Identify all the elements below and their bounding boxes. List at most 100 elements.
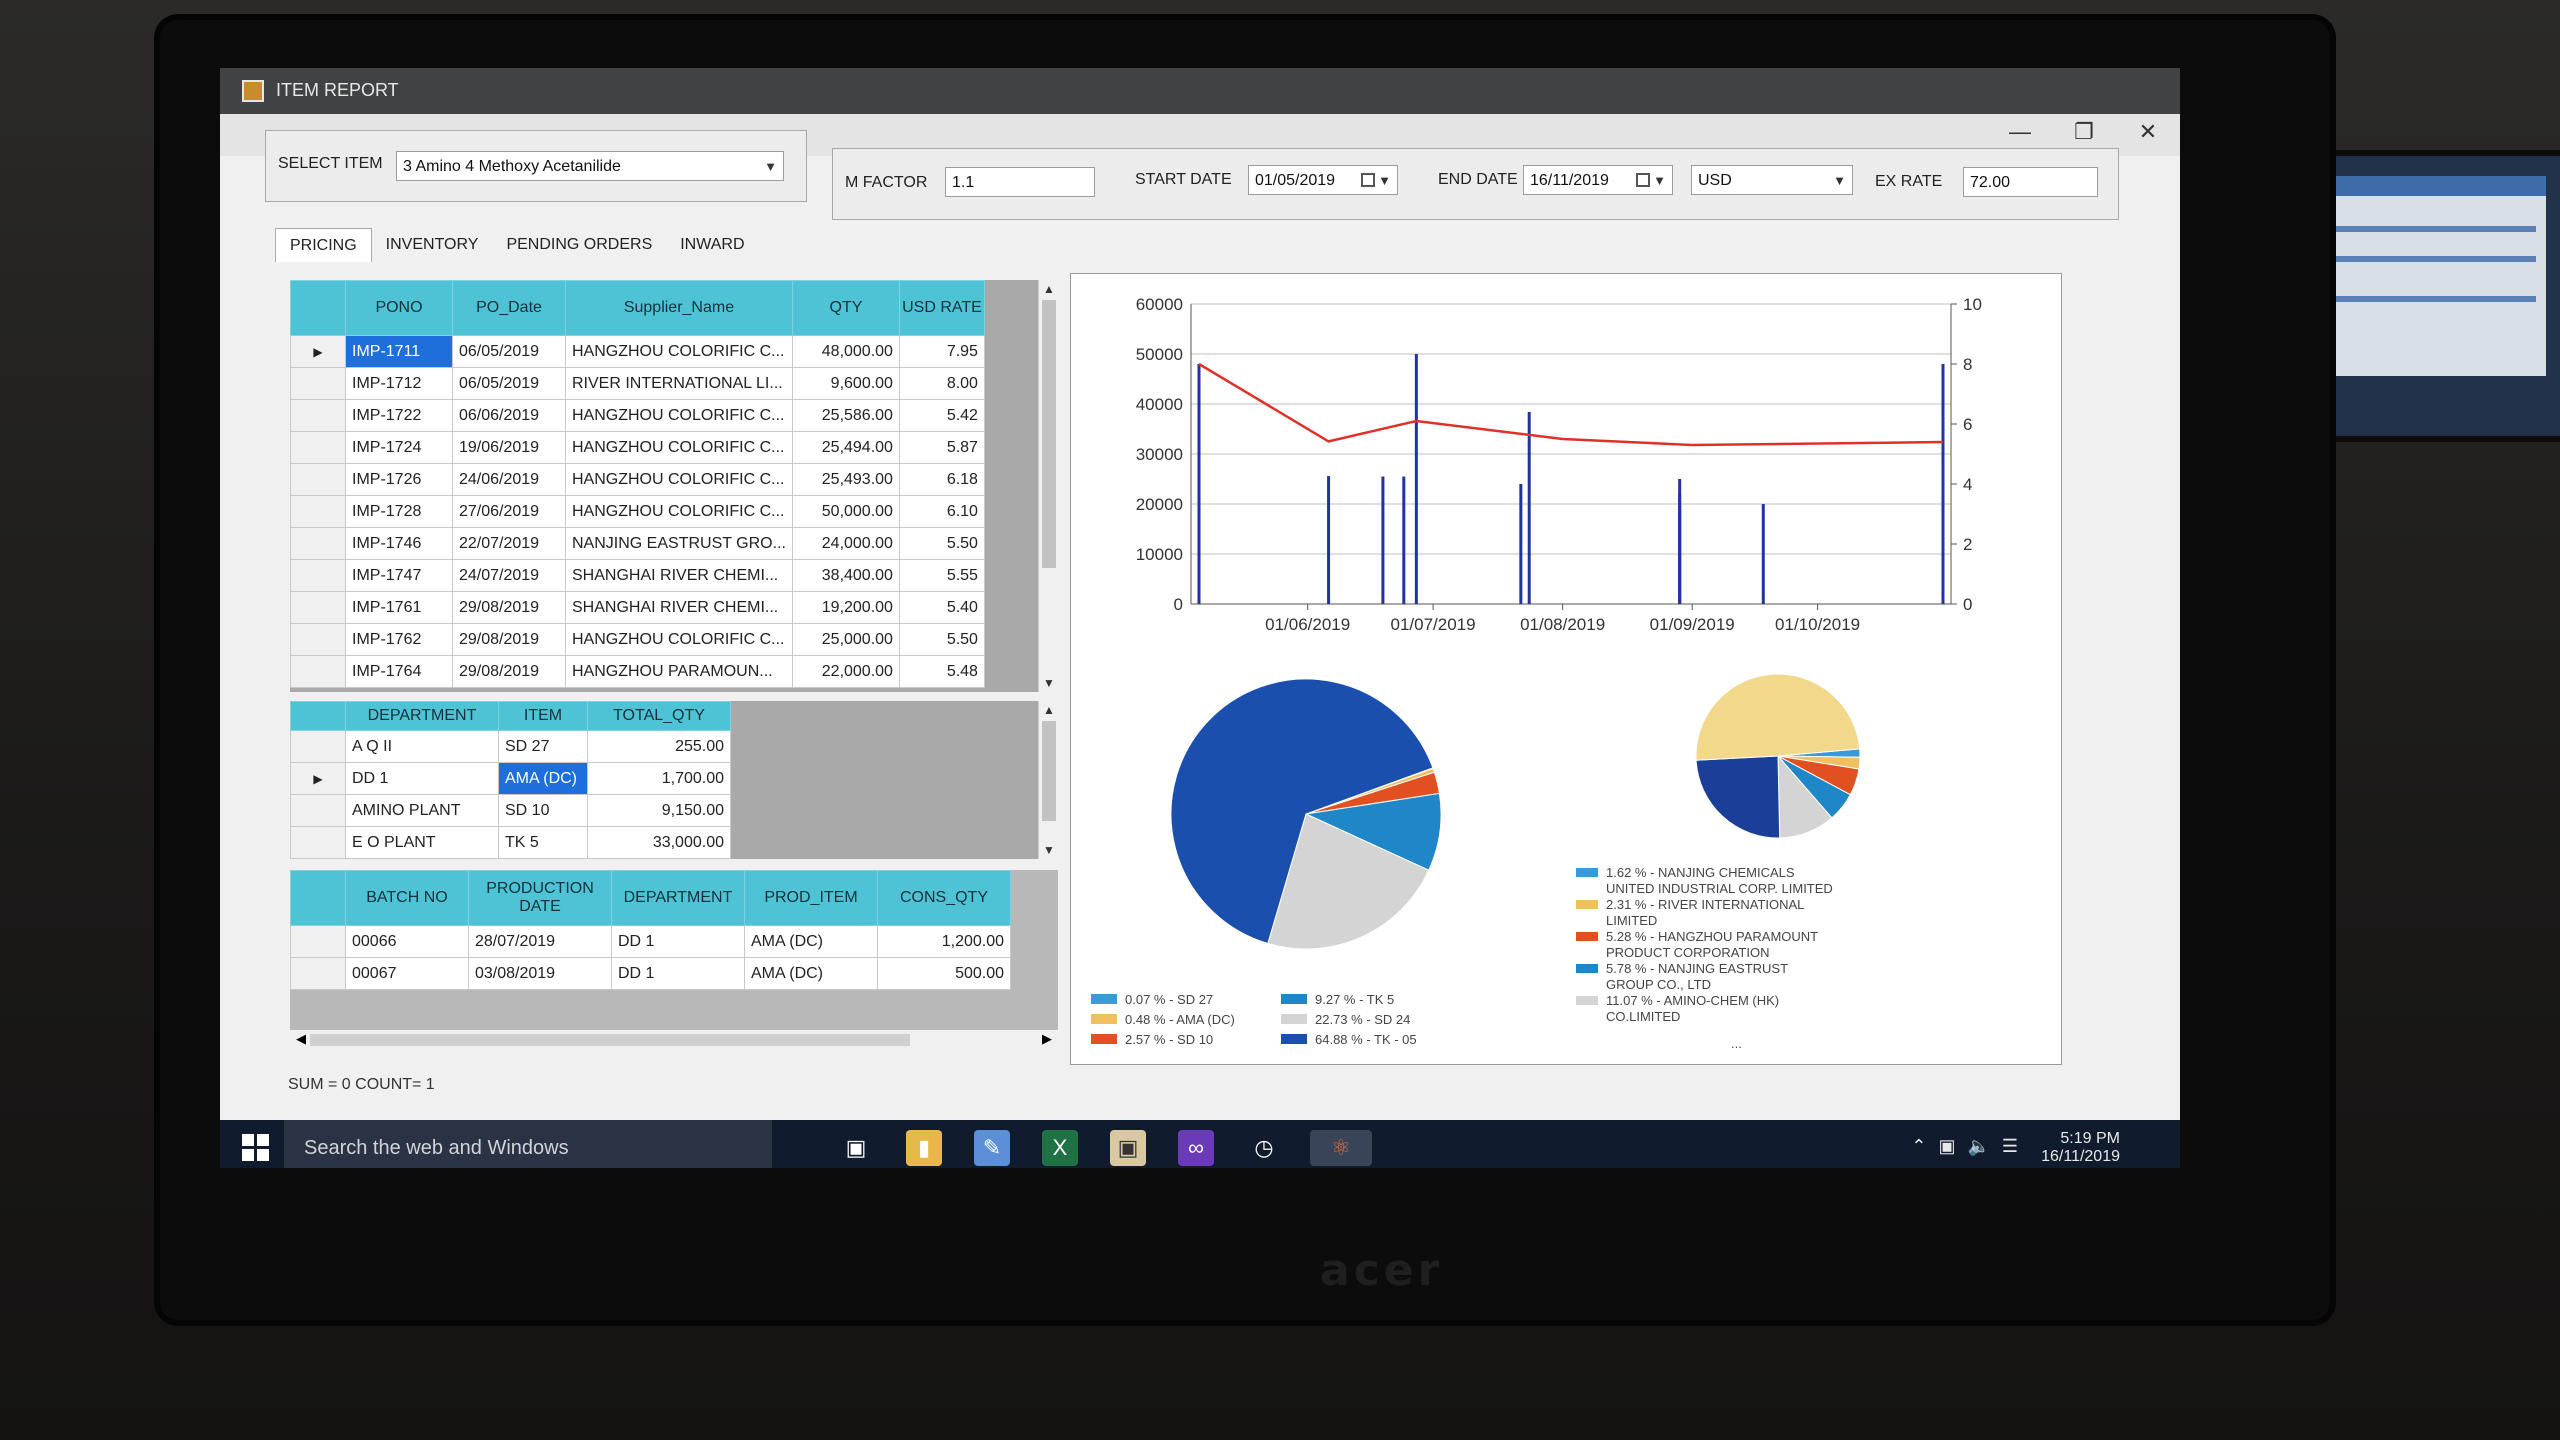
table-row[interactable]: IMP-1747 24/07/2019 SHANGHAI RIVER CHEMI..…: [290, 559, 985, 592]
table-row[interactable]: A Q II SD 27 255.00: [290, 730, 731, 763]
file-explorer-icon[interactable]: ▮: [906, 1130, 942, 1166]
column-header[interactable]: Supplier_Name: [565, 280, 793, 336]
scroll-thumb[interactable]: [310, 1034, 910, 1046]
table-cell[interactable]: IMP-1726: [345, 463, 453, 496]
scroll-thumb[interactable]: [1042, 721, 1056, 821]
table-cell[interactable]: 1,200.00: [877, 925, 1011, 958]
table-cell[interactable]: AMA (DC): [744, 957, 878, 990]
row-header[interactable]: [290, 367, 346, 400]
table-cell[interactable]: 22,000.00: [791, 655, 900, 688]
table-cell[interactable]: HANGZHOU COLORIFIC C...: [565, 335, 793, 368]
table-cell[interactable]: TK 5: [498, 826, 588, 859]
chevron-down-icon[interactable]: ▼: [764, 152, 777, 182]
table-cell[interactable]: AMINO PLANT: [345, 794, 499, 827]
row-header[interactable]: [290, 925, 346, 958]
table-cell[interactable]: AMA (DC): [744, 925, 878, 958]
tray-clock[interactable]: 5:19 PM 16/11/2019: [2041, 1130, 2120, 1166]
row-header[interactable]: [290, 495, 346, 528]
table-cell[interactable]: 24,000.00: [791, 527, 900, 560]
scroll-thumb[interactable]: [1042, 300, 1056, 568]
table-row[interactable]: IMP-1722 06/06/2019 HANGZHOU COLORIFIC C..…: [290, 399, 985, 432]
table-cell[interactable]: IMP-1728: [345, 495, 453, 528]
po-scrollbar[interactable]: ▲ ▼: [1038, 280, 1058, 692]
table-cell[interactable]: 00067: [345, 957, 469, 990]
table-cell[interactable]: 48,000.00: [791, 335, 900, 368]
scroll-left-icon[interactable]: ◀: [296, 1031, 306, 1047]
table-cell[interactable]: 27/06/2019: [452, 495, 566, 528]
table-cell[interactable]: 9,600.00: [791, 367, 900, 400]
scroll-up-icon[interactable]: ▲: [1039, 703, 1058, 717]
table-cell[interactable]: IMP-1722: [345, 399, 453, 432]
row-header[interactable]: [290, 957, 346, 990]
column-header[interactable]: CONS_QTY: [877, 870, 1011, 926]
row-header[interactable]: [290, 794, 346, 827]
table-cell[interactable]: 38,400.00: [791, 559, 900, 592]
table-cell[interactable]: 5.50: [898, 527, 985, 560]
column-header[interactable]: BATCH NO: [345, 870, 469, 926]
table-row[interactable]: 00066 28/07/2019 DD 1 AMA (DC) 1,200.00: [290, 925, 1011, 958]
column-header[interactable]: DEPARTMENT: [611, 870, 745, 926]
table-cell[interactable]: IMP-1711: [345, 335, 453, 368]
table-cell[interactable]: 19,200.00: [791, 591, 900, 624]
batch-hscrollbar[interactable]: ◀ ▶: [290, 1030, 1058, 1050]
table-cell[interactable]: HANGZHOU COLORIFIC C...: [565, 495, 793, 528]
scroll-up-icon[interactable]: ▲: [1039, 282, 1058, 296]
row-header[interactable]: ▶: [290, 335, 346, 368]
table-row[interactable]: IMP-1761 29/08/2019 SHANGHAI RIVER CHEMI..…: [290, 591, 985, 624]
table-cell[interactable]: 5.40: [898, 591, 985, 624]
table-row[interactable]: AMINO PLANT SD 10 9,150.00: [290, 794, 731, 827]
column-header[interactable]: PO_Date: [452, 280, 566, 336]
table-cell[interactable]: NANJING EASTRUST GRO...: [565, 527, 793, 560]
item-report-app-icon[interactable]: ⚛: [1310, 1130, 1372, 1166]
table-cell[interactable]: DD 1: [611, 957, 745, 990]
taskbar-search-box[interactable]: Search the web and Windows: [284, 1120, 772, 1168]
table-cell[interactable]: 06/06/2019: [452, 399, 566, 432]
table-cell[interactable]: 00066: [345, 925, 469, 958]
table-cell[interactable]: 29/08/2019: [452, 623, 566, 656]
tab-inward[interactable]: INWARD: [666, 228, 758, 262]
system-tray-icons[interactable]: ⌃▣🔈☰: [1911, 1136, 2030, 1157]
table-cell[interactable]: 25,586.00: [791, 399, 900, 432]
table-cell[interactable]: 24/06/2019: [452, 463, 566, 496]
table-row[interactable]: ▶ DD 1 AMA (DC) 1,700.00: [290, 762, 731, 795]
table-cell[interactable]: SD 27: [498, 730, 588, 763]
table-row[interactable]: E O PLANT TK 5 33,000.00: [290, 826, 731, 859]
table-cell[interactable]: 29/08/2019: [452, 655, 566, 688]
table-cell[interactable]: IMP-1746: [345, 527, 453, 560]
table-cell[interactable]: IMP-1762: [345, 623, 453, 656]
table-row[interactable]: IMP-1728 27/06/2019 HANGZHOU COLORIFIC C..…: [290, 495, 985, 528]
table-row[interactable]: IMP-1762 29/08/2019 HANGZHOU COLORIFIC C..…: [290, 623, 985, 656]
table-cell[interactable]: 06/05/2019: [452, 367, 566, 400]
table-cell[interactable]: 7.95: [898, 335, 985, 368]
table-cell[interactable]: HANGZHOU PARAMOUN...: [565, 655, 793, 688]
table-cell[interactable]: 5.48: [898, 655, 985, 688]
chevron-down-icon[interactable]: ▼: [1833, 166, 1846, 196]
table-cell[interactable]: A Q II: [345, 730, 499, 763]
column-header[interactable]: TOTAL_QTY: [587, 701, 731, 731]
table-cell[interactable]: 500.00: [877, 957, 1011, 990]
table-row[interactable]: IMP-1746 22/07/2019 NANJING EASTRUST GRO..…: [290, 527, 985, 560]
task-view-icon[interactable]: ▣: [838, 1130, 874, 1166]
currency-dropdown[interactable]: USD ▼: [1691, 165, 1853, 195]
table-cell[interactable]: IMP-1747: [345, 559, 453, 592]
row-header[interactable]: [290, 399, 346, 432]
table-cell[interactable]: 9,150.00: [587, 794, 731, 827]
table-row[interactable]: 00067 03/08/2019 DD 1 AMA (DC) 500.00: [290, 957, 1011, 990]
table-row[interactable]: ▶ IMP-1711 06/05/2019 HANGZHOU COLORIFIC C.…: [290, 335, 985, 368]
table-cell[interactable]: 8.00: [898, 367, 985, 400]
table-cell[interactable]: 1,700.00: [587, 762, 731, 795]
table-cell[interactable]: 19/06/2019: [452, 431, 566, 464]
scroll-down-icon[interactable]: ▼: [1039, 676, 1058, 690]
table-cell[interactable]: 5.42: [898, 399, 985, 432]
column-header[interactable]: PROD_ITEM: [744, 870, 878, 926]
m-factor-input[interactable]: 1.1: [945, 167, 1095, 197]
close-icon[interactable]: ✕: [2116, 110, 2180, 154]
tab-inventory[interactable]: INVENTORY: [372, 228, 493, 262]
column-header[interactable]: PRODUCTION DATE: [468, 870, 612, 926]
table-cell[interactable]: IMP-1712: [345, 367, 453, 400]
table-cell[interactable]: 22/07/2019: [452, 527, 566, 560]
calendar-icon[interactable]: [1361, 173, 1375, 187]
row-header[interactable]: [290, 559, 346, 592]
excel-icon[interactable]: X: [1042, 1130, 1078, 1166]
table-cell[interactable]: 5.55: [898, 559, 985, 592]
